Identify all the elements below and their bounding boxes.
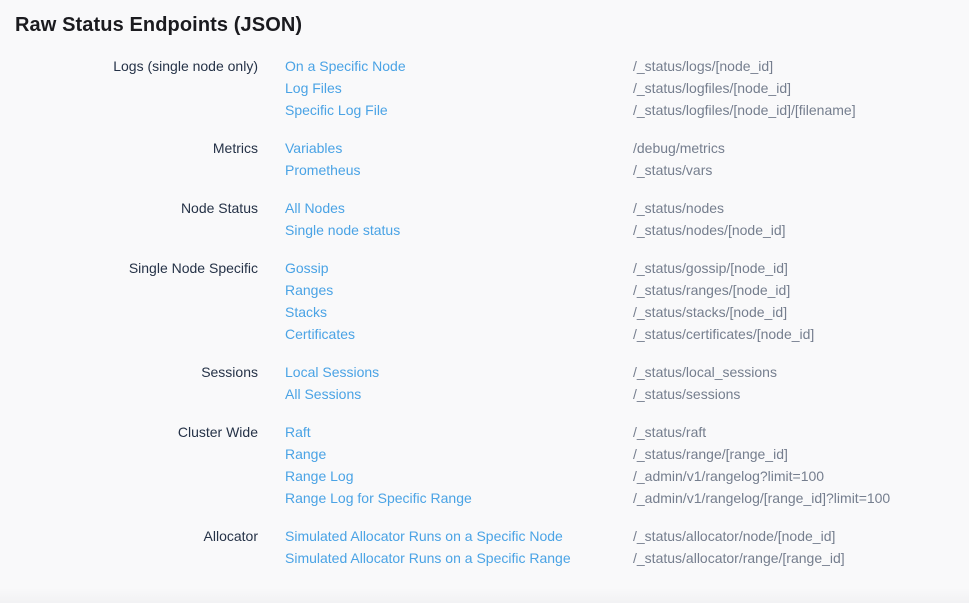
- endpoint-row: Specific Log File/_status/logfiles/[node…: [285, 99, 969, 121]
- page: Raw Status Endpoints (JSON) Logs (single…: [0, 13, 969, 603]
- endpoint-path: /_status/logs/[node_id]: [633, 55, 773, 77]
- section-category: Sessions: [0, 361, 258, 405]
- endpoint-path: /_admin/v1/rangelog?limit=100: [633, 465, 824, 487]
- section-category: Allocator: [0, 525, 258, 569]
- endpoint-link[interactable]: All Sessions: [285, 383, 633, 405]
- endpoint-row: All Sessions/_status/sessions: [285, 383, 969, 405]
- endpoint-path: /_status/nodes: [633, 197, 724, 219]
- endpoint-link[interactable]: Simulated Allocator Runs on a Specific N…: [285, 525, 633, 547]
- endpoint-row: All Nodes/_status/nodes: [285, 197, 969, 219]
- endpoint-path: /_status/range/[range_id]: [633, 443, 788, 465]
- endpoint-row: Simulated Allocator Runs on a Specific R…: [285, 547, 969, 569]
- endpoint-link[interactable]: Single node status: [285, 219, 633, 241]
- section-category: Cluster Wide: [0, 421, 258, 509]
- endpoint-link[interactable]: Raft: [285, 421, 633, 443]
- endpoint-path: /_status/stacks/[node_id]: [633, 301, 787, 323]
- endpoint-section: Logs (single node only) On a Specific Nod…: [0, 55, 969, 121]
- section-category: Logs (single node only): [0, 55, 258, 121]
- endpoint-row: Prometheus/_status/vars: [285, 159, 969, 181]
- endpoint-path: /_status/local_sessions: [633, 361, 777, 383]
- endpoint-row: Variables/debug/metrics: [285, 137, 969, 159]
- endpoint-row: Simulated Allocator Runs on a Specific N…: [285, 525, 969, 547]
- section-rows: On a Specific Node/_status/logs/[node_id…: [285, 55, 969, 121]
- endpoint-path: /debug/metrics: [633, 137, 725, 159]
- endpoint-path: /_status/allocator/range/[range_id]: [633, 547, 845, 569]
- endpoint-sections: Logs (single node only) On a Specific Nod…: [0, 55, 969, 569]
- endpoint-link[interactable]: Stacks: [285, 301, 633, 323]
- endpoint-section: Node Status All Nodes/_status/nodesSingle…: [0, 197, 969, 241]
- endpoint-path: /_status/vars: [633, 159, 712, 181]
- endpoint-row: Stacks/_status/stacks/[node_id]: [285, 301, 969, 323]
- endpoint-path: /_status/raft: [633, 421, 706, 443]
- endpoint-path: /_status/allocator/node/[node_id]: [633, 525, 835, 547]
- endpoint-row: Range Log/_admin/v1/rangelog?limit=100: [285, 465, 969, 487]
- endpoint-row: Local Sessions/_status/local_sessions: [285, 361, 969, 383]
- endpoint-link[interactable]: Range Log for Specific Range: [285, 487, 633, 509]
- endpoint-link[interactable]: All Nodes: [285, 197, 633, 219]
- section-rows: Variables/debug/metricsPrometheus/_statu…: [285, 137, 969, 181]
- endpoint-link[interactable]: Gossip: [285, 257, 633, 279]
- endpoint-row: Gossip/_status/gossip/[node_id]: [285, 257, 969, 279]
- section-category: Node Status: [0, 197, 258, 241]
- endpoint-section: Metrics Variables/debug/metricsPrometheus…: [0, 137, 969, 181]
- endpoint-row: Certificates/_status/certificates/[node_…: [285, 323, 969, 345]
- section-rows: Local Sessions/_status/local_sessionsAll…: [285, 361, 969, 405]
- endpoint-row: Single node status/_status/nodes/[node_i…: [285, 219, 969, 241]
- endpoint-row: On a Specific Node/_status/logs/[node_id…: [285, 55, 969, 77]
- endpoint-section: Allocator Simulated Allocator Runs on a S…: [0, 525, 969, 569]
- endpoint-link[interactable]: Local Sessions: [285, 361, 633, 383]
- endpoint-path: /_admin/v1/rangelog/[range_id]?limit=100: [633, 487, 890, 509]
- endpoint-path: /_status/certificates/[node_id]: [633, 323, 814, 345]
- section-rows: All Nodes/_status/nodesSingle node statu…: [285, 197, 969, 241]
- endpoint-link[interactable]: Specific Log File: [285, 99, 633, 121]
- endpoint-row: Range/_status/range/[range_id]: [285, 443, 969, 465]
- section-category: Single Node Specific: [0, 257, 258, 345]
- page-title: Raw Status Endpoints (JSON): [15, 13, 969, 37]
- section-rows: Raft/_status/raftRange/_status/range/[ra…: [285, 421, 969, 509]
- endpoint-link[interactable]: Variables: [285, 137, 633, 159]
- endpoint-section: Sessions Local Sessions/_status/local_ses…: [0, 361, 969, 405]
- endpoint-link[interactable]: Range: [285, 443, 633, 465]
- endpoint-link[interactable]: Certificates: [285, 323, 633, 345]
- endpoint-link[interactable]: On a Specific Node: [285, 55, 633, 77]
- section-rows: Gossip/_status/gossip/[node_id]Ranges/_s…: [285, 257, 969, 345]
- footer-band: [0, 588, 969, 603]
- section-category: Metrics: [0, 137, 258, 181]
- endpoint-path: /_status/logfiles/[node_id]: [633, 77, 791, 99]
- endpoint-link[interactable]: Prometheus: [285, 159, 633, 181]
- section-rows: Simulated Allocator Runs on a Specific N…: [285, 525, 969, 569]
- endpoint-link[interactable]: Simulated Allocator Runs on a Specific R…: [285, 547, 633, 569]
- endpoint-row: Ranges/_status/ranges/[node_id]: [285, 279, 969, 301]
- endpoint-path: /_status/ranges/[node_id]: [633, 279, 790, 301]
- endpoint-link[interactable]: Ranges: [285, 279, 633, 301]
- endpoint-row: Range Log for Specific Range/_admin/v1/r…: [285, 487, 969, 509]
- endpoint-section: Single Node Specific Gossip/_status/gossi…: [0, 257, 969, 345]
- endpoint-path: /_status/gossip/[node_id]: [633, 257, 788, 279]
- endpoint-link[interactable]: Range Log: [285, 465, 633, 487]
- endpoint-row: Raft/_status/raft: [285, 421, 969, 443]
- endpoint-path: /_status/sessions: [633, 383, 740, 405]
- endpoint-path: /_status/logfiles/[node_id]/[filename]: [633, 99, 856, 121]
- endpoint-row: Log Files/_status/logfiles/[node_id]: [285, 77, 969, 99]
- endpoint-path: /_status/nodes/[node_id]: [633, 219, 786, 241]
- endpoint-section: Cluster Wide Raft/_status/raftRange/_stat…: [0, 421, 969, 509]
- endpoint-link[interactable]: Log Files: [285, 77, 633, 99]
